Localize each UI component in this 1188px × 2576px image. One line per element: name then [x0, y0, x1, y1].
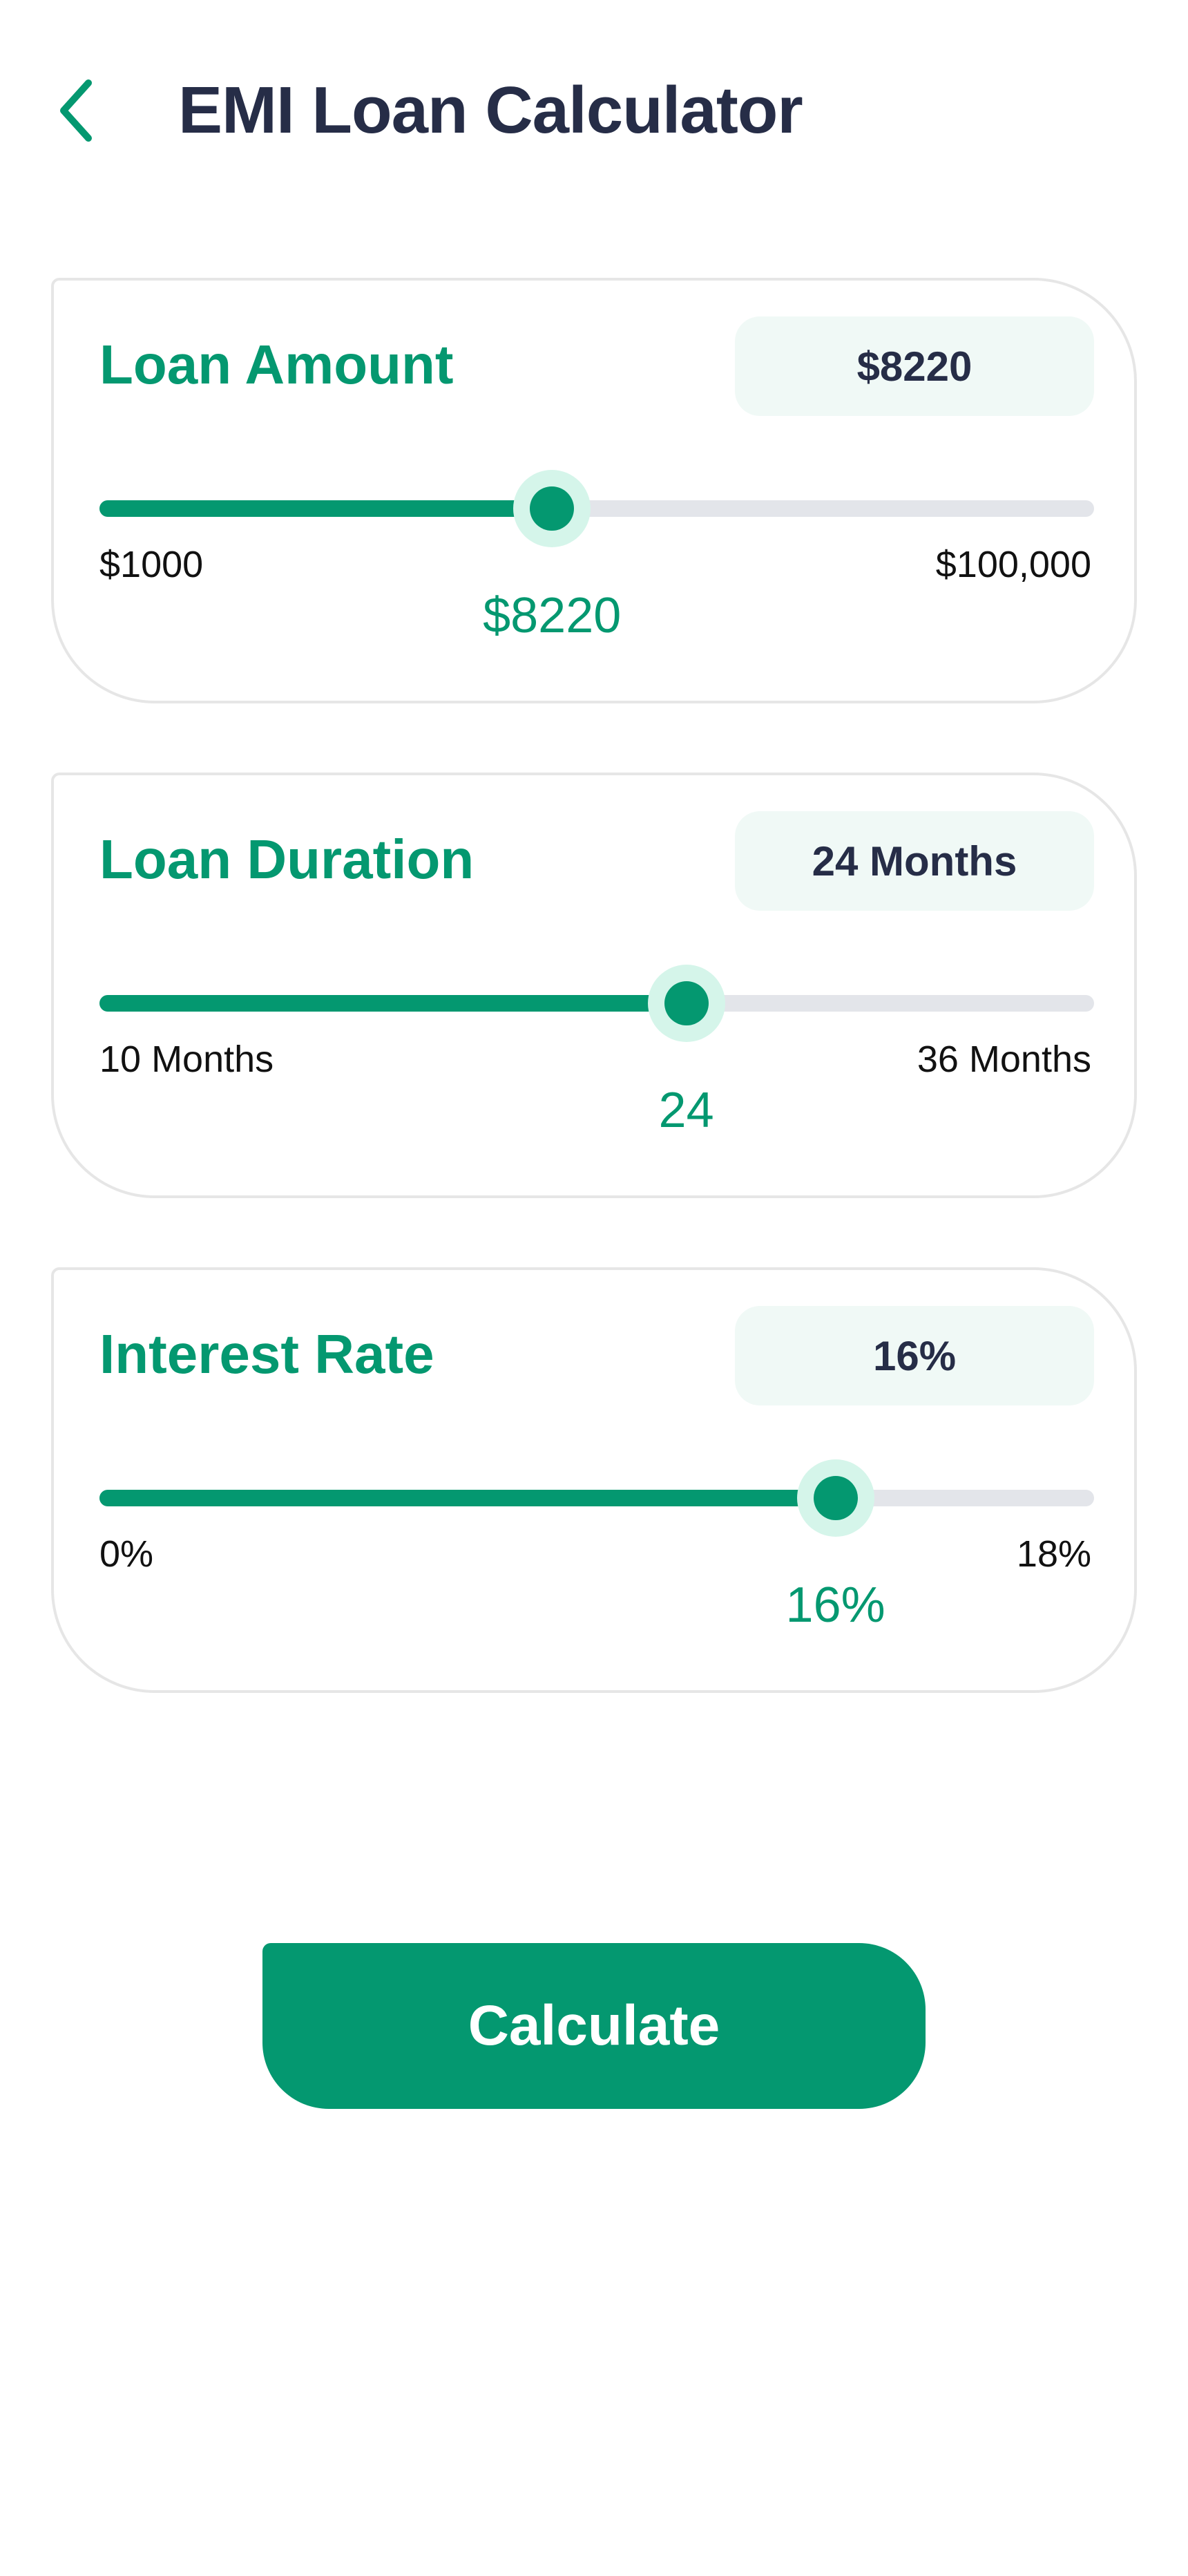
interest-rate-max-label: 18% — [1016, 1533, 1091, 1575]
interest-rate-slider[interactable] — [99, 1459, 1094, 1537]
loan-duration-slider[interactable] — [99, 965, 1094, 1042]
loan-amount-value-badge: $8220 — [735, 316, 1094, 416]
header: EMI Loan Calculator — [0, 0, 1188, 221]
loan-amount-title: Loan Amount — [99, 334, 454, 395]
loan-amount-min-label: $1000 — [99, 544, 204, 585]
loan-duration-slider-thumb[interactable] — [647, 965, 725, 1042]
loan-amount-slider-thumb-core — [530, 486, 575, 531]
loan-duration-min-label: 10 Months — [99, 1039, 274, 1080]
loan-duration-slider-thumb-core — [664, 981, 709, 1025]
loan-duration-max-label: 36 Months — [917, 1039, 1091, 1080]
interest-rate-slider-thumb-core — [813, 1476, 858, 1520]
loan-duration-title: Loan Duration — [99, 828, 475, 890]
loan-amount-card: Loan Amount $8220 $1000 $100,000 $8220 — [51, 278, 1137, 703]
interest-rate-title: Interest Rate — [99, 1323, 434, 1385]
loan-amount-max-label: $100,000 — [935, 544, 1091, 585]
loan-amount-current-value: $8220 — [483, 588, 622, 643]
interest-rate-value-badge: 16% — [735, 1306, 1094, 1405]
loan-amount-slider[interactable] — [99, 470, 1094, 547]
interest-rate-card: Interest Rate 16% 0% 18% 16% — [51, 1267, 1137, 1693]
loan-amount-slider-thumb[interactable] — [513, 470, 591, 547]
calculate-button[interactable]: Calculate — [262, 1943, 926, 2109]
back-button[interactable] — [48, 69, 104, 152]
interest-rate-min-label: 0% — [99, 1533, 154, 1575]
loan-duration-card: Loan Duration 24 Months 10 Months 36 Mon… — [51, 773, 1137, 1198]
loan-duration-slider-fill — [99, 995, 687, 1012]
interest-rate-slider-fill — [99, 1490, 836, 1506]
page-title: EMI Loan Calculator — [178, 73, 803, 147]
interest-rate-slider-thumb[interactable] — [796, 1459, 874, 1537]
loan-duration-current-value: 24 — [658, 1083, 714, 1138]
interest-rate-current-value: 16% — [785, 1578, 885, 1633]
loan-duration-value-badge: 24 Months — [735, 811, 1094, 911]
chevron-left-icon — [60, 79, 92, 142]
loan-amount-slider-fill — [99, 500, 553, 517]
